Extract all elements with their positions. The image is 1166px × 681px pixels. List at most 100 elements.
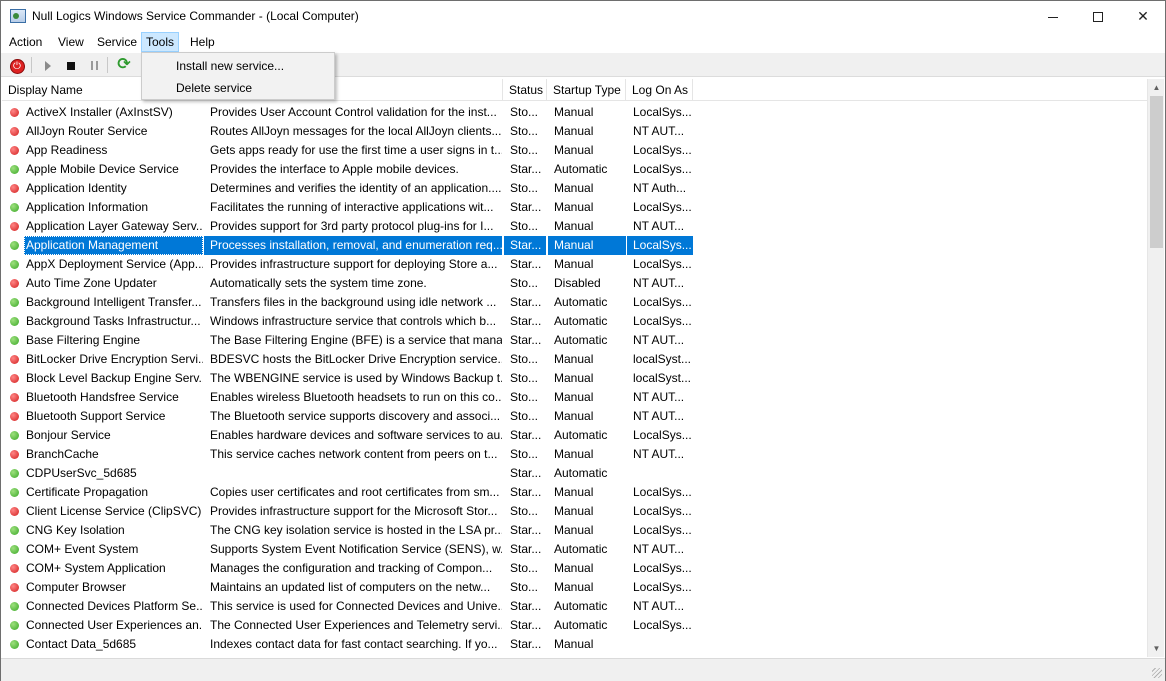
service-display-name: Application Identity xyxy=(26,181,127,195)
service-status-icon xyxy=(10,559,24,578)
resize-grip-icon[interactable] xyxy=(1152,668,1162,678)
service-startup-type: Manual xyxy=(554,181,594,195)
service-status-icon xyxy=(10,312,24,331)
service-display-name: CDPUserSvc_5d685 xyxy=(26,466,137,480)
service-status: Star... xyxy=(510,333,542,347)
service-description: Determines and verifies the identity of … xyxy=(210,181,502,195)
service-status-icon xyxy=(10,179,24,198)
window-title: Null Logics Windows Service Commander - … xyxy=(32,9,359,23)
minimize-button[interactable] xyxy=(1030,1,1076,31)
table-row[interactable]: Bluetooth Support Service The Bluetooth s… xyxy=(2,407,1147,426)
service-status: Sto... xyxy=(510,352,539,366)
delete-service-menu-item[interactable]: Delete service xyxy=(144,77,332,99)
table-row[interactable]: Computer Browser Maintains an updated lis… xyxy=(2,578,1147,597)
maximize-button[interactable] xyxy=(1075,1,1121,31)
running-status-icon xyxy=(10,488,19,497)
service-status-icon xyxy=(10,293,24,312)
services-list[interactable]: Display Name Description Status Startup … xyxy=(2,79,1147,657)
stopped-status-icon xyxy=(10,412,19,421)
pause-service-button[interactable] xyxy=(84,56,104,74)
menu-tools[interactable]: Tools xyxy=(141,32,180,52)
menu-view[interactable]: View xyxy=(54,32,88,52)
pause-icon xyxy=(90,61,98,71)
table-row[interactable]: COM+ Event System Supports System Event N… xyxy=(2,540,1147,559)
table-row[interactable]: Contact Data_5d685 Indexes contact data f… xyxy=(2,635,1147,654)
table-row[interactable]: AllJoyn Router Service Routes AllJoyn mes… xyxy=(2,122,1147,141)
table-row[interactable]: COM+ System Application Manages the confi… xyxy=(2,559,1147,578)
close-button[interactable]: ✕ xyxy=(1120,1,1166,31)
service-display-name: Connected User Experiences an... xyxy=(26,618,203,632)
table-row[interactable]: BitLocker Drive Encryption Servi... BDESV… xyxy=(2,350,1147,369)
install-new-service-menu-item[interactable]: Install new service... xyxy=(144,55,332,77)
service-display-name: Application Management xyxy=(24,236,203,255)
title-bar[interactable]: Null Logics Windows Service Commander - … xyxy=(1,1,1165,31)
service-description: The CNG key isolation service is hosted … xyxy=(210,523,502,537)
service-description: Automatically sets the system time zone. xyxy=(210,276,427,290)
table-row[interactable]: Apple Mobile Device Service Provides the … xyxy=(2,160,1147,179)
service-log-on-as: NT Auth... xyxy=(633,181,687,195)
column-header-log-on-as[interactable]: Log On As xyxy=(626,79,693,101)
table-row[interactable]: BranchCache This service caches network c… xyxy=(2,445,1147,464)
stopped-status-icon xyxy=(10,108,19,117)
menu-action[interactable]: Action xyxy=(5,32,46,52)
vertical-scrollbar[interactable]: ▲ ▼ xyxy=(1147,79,1164,657)
close-icon: ✕ xyxy=(1137,8,1149,24)
refresh-button[interactable]: ⟳ xyxy=(114,56,134,74)
service-status: Sto... xyxy=(510,143,539,157)
menu-service[interactable]: Service xyxy=(93,32,141,52)
table-row[interactable]: CNG Key Isolation The CNG key isolation s… xyxy=(2,521,1147,540)
service-status: Star... xyxy=(510,485,542,499)
table-row[interactable]: Certificate Propagation Copies user certi… xyxy=(2,483,1147,502)
stop-service-button[interactable] xyxy=(61,56,81,74)
power-button[interactable]: ⏻ xyxy=(7,56,27,74)
table-row[interactable]: Application Layer Gateway Serv... Provide… xyxy=(2,217,1147,236)
service-status-icon xyxy=(10,350,24,369)
table-row[interactable]: CDPUserSvc_5d685 Star... Automatic xyxy=(2,464,1147,483)
service-display-name: BitLocker Drive Encryption Servi... xyxy=(26,352,203,366)
column-header-startup-type[interactable]: Startup Type xyxy=(547,79,626,101)
table-row[interactable]: Connected Devices Platform Se... This ser… xyxy=(2,597,1147,616)
start-icon xyxy=(45,60,51,71)
service-status: Star... xyxy=(510,542,542,556)
column-header-status[interactable]: Status xyxy=(503,79,547,101)
table-row[interactable]: Bonjour Service Enables hardware devices … xyxy=(2,426,1147,445)
service-description: Enables hardware devices and software se… xyxy=(210,428,502,442)
scroll-thumb[interactable] xyxy=(1150,96,1163,248)
table-row[interactable]: Application Management Processes installa… xyxy=(2,236,1147,255)
start-service-button[interactable] xyxy=(38,56,58,74)
table-row[interactable]: Client License Service (ClipSVC) Provides… xyxy=(2,502,1147,521)
scroll-down-button[interactable]: ▼ xyxy=(1148,640,1165,657)
service-display-name: AllJoyn Router Service xyxy=(26,124,148,138)
service-status: Star... xyxy=(510,466,542,480)
table-row[interactable]: Connected User Experiences an... The Conn… xyxy=(2,616,1147,635)
menu-help[interactable]: Help xyxy=(186,32,219,52)
table-row[interactable]: Auto Time Zone Updater Automatically sets… xyxy=(2,274,1147,293)
service-display-name: COM+ Event System xyxy=(26,542,139,556)
service-status-icon xyxy=(10,388,24,407)
scroll-up-button[interactable]: ▲ xyxy=(1148,79,1165,96)
service-display-name: Bonjour Service xyxy=(26,428,111,442)
service-startup-type: Manual xyxy=(554,219,594,233)
service-status-icon xyxy=(10,369,24,388)
table-row[interactable]: AppX Deployment Service (App... Provides … xyxy=(2,255,1147,274)
table-row[interactable]: App Readiness Gets apps ready for use the… xyxy=(2,141,1147,160)
table-row[interactable]: Background Intelligent Transfer... Transf… xyxy=(2,293,1147,312)
maximize-icon xyxy=(1093,12,1103,23)
table-row[interactable]: Application Information Facilitates the r… xyxy=(2,198,1147,217)
service-log-on-as: NT AUT... xyxy=(633,542,685,556)
table-row[interactable]: Background Tasks Infrastructur... Windows… xyxy=(2,312,1147,331)
running-status-icon xyxy=(10,298,19,307)
table-row[interactable]: Bluetooth Handsfree Service Enables wirel… xyxy=(2,388,1147,407)
table-row[interactable]: Application Identity Determines and verif… xyxy=(2,179,1147,198)
table-row[interactable]: Block Level Backup Engine Serv... The WBE… xyxy=(2,369,1147,388)
service-status-icon xyxy=(10,407,24,426)
service-status-icon xyxy=(10,502,24,521)
stopped-status-icon xyxy=(10,355,19,364)
table-row[interactable]: Base Filtering Engine The Base Filtering … xyxy=(2,331,1147,350)
service-description: The Base Filtering Engine (BFE) is a ser… xyxy=(210,333,502,347)
service-status: Sto... xyxy=(510,390,539,404)
running-status-icon xyxy=(10,545,19,554)
service-display-name: Connected Devices Platform Se... xyxy=(26,599,203,613)
table-row[interactable]: ActiveX Installer (AxInstSV) Provides Use… xyxy=(2,103,1147,122)
service-status: Star... xyxy=(510,523,542,537)
